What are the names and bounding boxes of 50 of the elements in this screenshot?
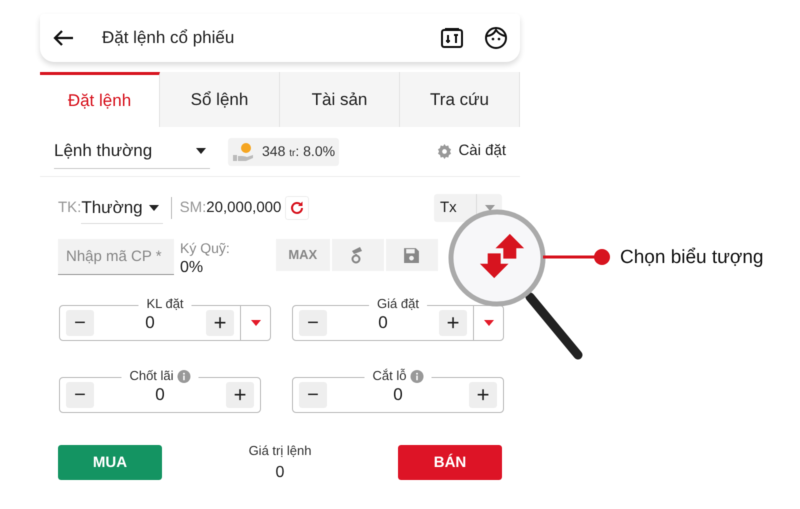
order-value: 0 [276, 462, 284, 482]
callout-line [543, 248, 611, 266]
robot-button[interactable] [332, 239, 384, 271]
magnifier-handle [525, 292, 585, 360]
page-title: Đặt lệnh cổ phiếu [102, 27, 236, 50]
stepper-value: 0 [392, 384, 404, 406]
account-dropdown[interactable]: Thường [81, 192, 163, 224]
info-icon [178, 370, 191, 382]
save-icon [403, 246, 420, 264]
coin-hand-icon [232, 142, 256, 162]
stepper-value: 0 [154, 384, 166, 406]
support-agent-icon[interactable] [484, 26, 508, 50]
callout-text: Chọn biểu tượng [620, 246, 764, 270]
caret-icon [196, 148, 206, 154]
decrease-button[interactable]: − [299, 382, 327, 408]
settings-icon [437, 144, 452, 159]
caret-icon [148, 204, 159, 210]
account-label: TK: [58, 198, 82, 218]
refresh-button[interactable] [285, 196, 310, 220]
power-label: SM: [180, 198, 206, 218]
info-icon [410, 370, 424, 382]
tab[interactable]: Tra cứu [400, 72, 520, 127]
sell-button[interactable]: BÁN [398, 445, 502, 480]
symbol-input[interactable]: Nhập mã CP * [58, 239, 174, 275]
increase-button[interactable]: + [206, 310, 234, 336]
margin-label: Ký Quỹ: [180, 239, 230, 257]
refresh-icon [290, 201, 304, 215]
order-type-dropdown[interactable]: Lệnh thường [54, 134, 210, 168]
increase-button[interactable]: + [439, 310, 467, 336]
tab[interactable]: Đặt lệnh [40, 72, 160, 127]
margin-value: 0% [180, 258, 204, 278]
toolbox-icon[interactable] [440, 27, 464, 49]
stepper-value: 0 [377, 312, 389, 334]
increase-button[interactable]: + [469, 382, 497, 408]
credit-amount: 348 tr: 8.0% [262, 142, 336, 161]
buy-button[interactable]: MUA [58, 445, 162, 480]
decrease-button[interactable]: − [66, 310, 94, 336]
increase-button[interactable]: + [226, 382, 254, 408]
order-value-label: Giá trị lệnh [248, 442, 312, 460]
settings-button[interactable]: Cài đặt [437, 140, 506, 163]
caret-icon [484, 320, 494, 326]
tab[interactable]: Tài sản [280, 72, 400, 127]
tab[interactable]: Sổ lệnh [160, 72, 280, 127]
decrease-button[interactable]: − [66, 382, 94, 408]
save-button[interactable] [386, 239, 438, 271]
back-arrow-icon[interactable] [52, 29, 74, 47]
decrease-button[interactable]: − [299, 310, 327, 336]
purchasing-power: 20,000,000 [206, 198, 282, 218]
caret-icon [250, 320, 260, 326]
stepper-value: 0 [144, 312, 156, 334]
